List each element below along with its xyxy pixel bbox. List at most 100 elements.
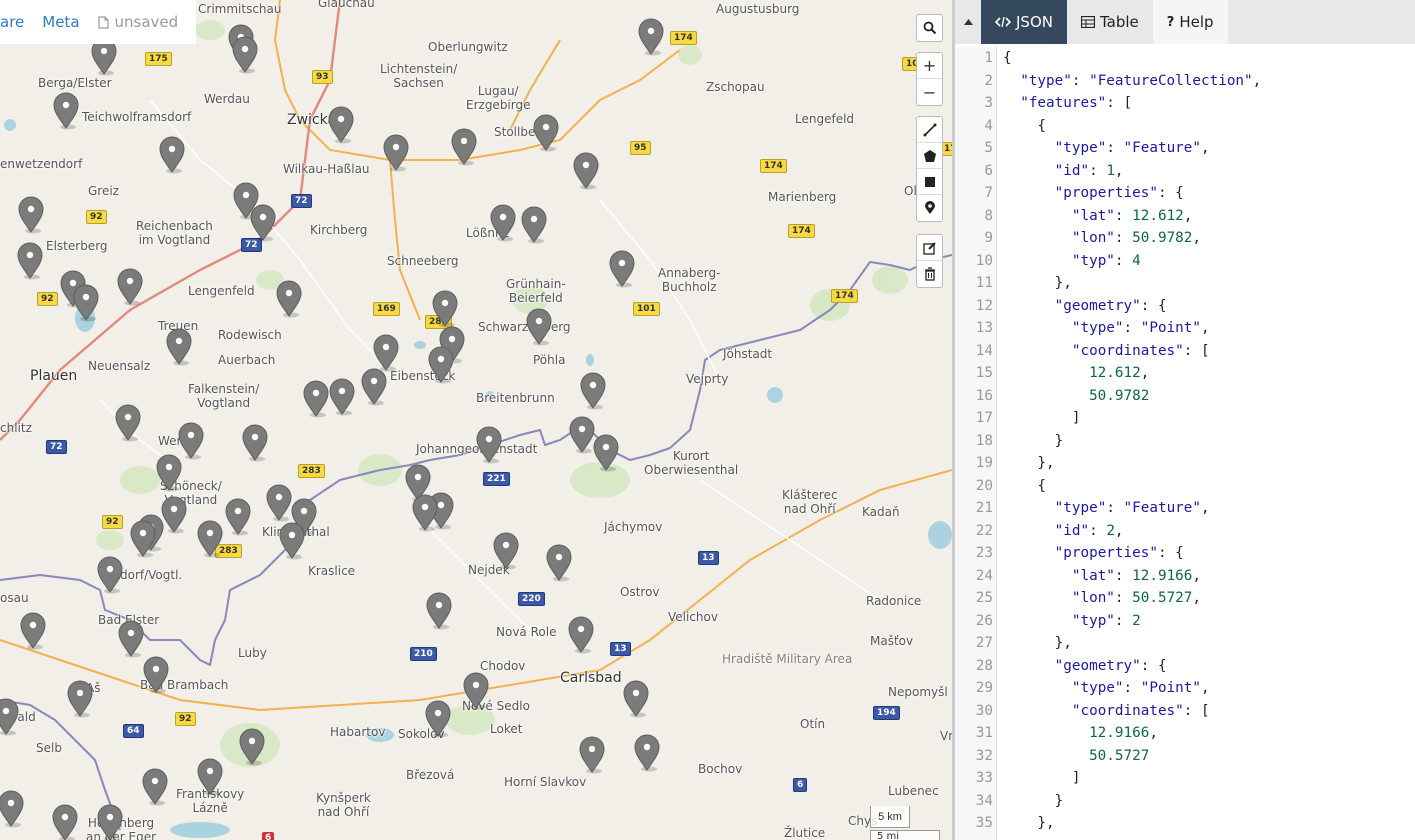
map-marker[interactable]: [546, 544, 572, 582]
road-shield: 210: [410, 647, 437, 661]
map-marker[interactable]: [232, 36, 258, 74]
map-marker[interactable]: [303, 380, 329, 418]
map-view[interactable]: Crimmitschau Glauchau Augustusburg Oberlung…: [0, 0, 952, 840]
tab-help[interactable]: ? Help: [1152, 0, 1228, 44]
code-line: 34 }: [955, 790, 1261, 813]
tab-table[interactable]: Table: [1067, 0, 1153, 44]
meta-link[interactable]: Meta: [42, 13, 79, 31]
map-pin-icon: [476, 426, 502, 464]
map-marker[interactable]: [142, 768, 168, 806]
map-marker[interactable]: [579, 736, 605, 774]
draw-marker-button[interactable]: [917, 195, 942, 221]
map-marker[interactable]: [623, 680, 649, 718]
map-marker[interactable]: [521, 206, 547, 244]
map-marker[interactable]: [52, 804, 78, 840]
map-marker[interactable]: [279, 522, 305, 560]
map-pin-icon: [159, 136, 185, 174]
map-marker[interactable]: [329, 378, 355, 416]
map-marker[interactable]: [266, 484, 292, 522]
map-marker[interactable]: [580, 372, 606, 410]
map-marker[interactable]: [432, 290, 458, 328]
zoom-in-button[interactable]: +: [917, 53, 942, 79]
map-marker[interactable]: [156, 454, 182, 492]
draw-line-button[interactable]: [917, 117, 942, 143]
zoom-out-button[interactable]: −: [917, 79, 942, 105]
code-line: 19 },: [955, 452, 1261, 475]
map-marker[interactable]: [573, 152, 599, 190]
map-marker[interactable]: [428, 346, 454, 384]
collapse-panel-button[interactable]: [955, 0, 981, 44]
draw-polygon-button[interactable]: [917, 143, 942, 169]
map-marker[interactable]: [0, 698, 19, 736]
map-marker[interactable]: [97, 804, 123, 840]
delete-layers-button[interactable]: [917, 261, 942, 287]
map-marker[interactable]: [225, 498, 251, 536]
map-marker[interactable]: [0, 790, 24, 828]
draw-rectangle-button[interactable]: [917, 169, 942, 195]
map-marker[interactable]: [197, 520, 223, 558]
map-marker[interactable]: [569, 416, 595, 454]
map-marker[interactable]: [568, 616, 594, 654]
json-editor[interactable]: 1{2 "type": "FeatureCollection", 3 "featu…: [955, 47, 1415, 840]
map-marker[interactable]: [97, 556, 123, 594]
map-marker[interactable]: [361, 368, 387, 406]
line-number: 21: [975, 500, 993, 516]
map-marker[interactable]: [593, 434, 619, 472]
map-marker[interactable]: [328, 106, 354, 144]
map-marker[interactable]: [130, 520, 156, 558]
map-marker[interactable]: [117, 268, 143, 306]
map-marker[interactable]: [73, 284, 99, 322]
map-marker[interactable]: [159, 136, 185, 174]
map-marker[interactable]: [634, 734, 660, 772]
code-line: 6 "id": 1,: [955, 160, 1261, 183]
share-link[interactable]: are: [0, 13, 24, 31]
line-number: 33: [975, 770, 993, 786]
code-text: 12.9166,: [1089, 725, 1158, 741]
map-marker[interactable]: [533, 114, 559, 152]
map-marker[interactable]: [526, 308, 552, 346]
map-marker[interactable]: [609, 250, 635, 288]
map-marker[interactable]: [20, 612, 46, 650]
edit-layers-button[interactable]: [917, 235, 942, 261]
map-marker[interactable]: [412, 494, 438, 532]
road-shield: 175: [145, 52, 172, 66]
map-marker[interactable]: [493, 532, 519, 570]
map-marker[interactable]: [18, 196, 44, 234]
map-marker[interactable]: [67, 680, 93, 718]
road-shield: 64: [123, 724, 144, 738]
map-marker[interactable]: [239, 728, 265, 766]
search-button[interactable]: [917, 15, 942, 41]
map-marker[interactable]: [53, 92, 79, 130]
line-number: 10: [975, 252, 993, 269]
map-marker[interactable]: [451, 128, 477, 166]
map-marker[interactable]: [476, 426, 502, 464]
map-marker[interactable]: [166, 328, 192, 366]
map-marker[interactable]: [197, 758, 223, 796]
map-marker[interactable]: [161, 496, 187, 534]
road-shield: 220: [518, 592, 545, 606]
code-text: "type": "Feature",: [1054, 140, 1210, 156]
map-pin-icon: [115, 404, 141, 442]
code-text: "properties": {: [1054, 545, 1184, 561]
map-marker[interactable]: [426, 592, 452, 630]
tab-json[interactable]: JSON: [981, 0, 1067, 44]
map-marker[interactable]: [17, 242, 43, 280]
map-marker[interactable]: [638, 18, 664, 56]
map-pin-icon: [361, 368, 387, 406]
map-marker[interactable]: [490, 204, 516, 242]
map-marker[interactable]: [250, 204, 276, 242]
map-marker[interactable]: [425, 700, 451, 738]
map-marker[interactable]: [463, 672, 489, 710]
map-marker[interactable]: [242, 424, 268, 462]
line-number: 34: [975, 792, 993, 809]
map-marker[interactable]: [383, 134, 409, 172]
map-marker[interactable]: [118, 620, 144, 658]
code-line: 31 12.9166,: [955, 722, 1261, 745]
code-line: 20 {: [955, 475, 1261, 498]
map-marker[interactable]: [276, 280, 302, 318]
map-pin-icon: [232, 36, 258, 74]
line-number: 22: [975, 522, 993, 539]
map-marker[interactable]: [373, 334, 399, 372]
map-marker[interactable]: [115, 404, 141, 442]
map-marker[interactable]: [143, 656, 169, 694]
